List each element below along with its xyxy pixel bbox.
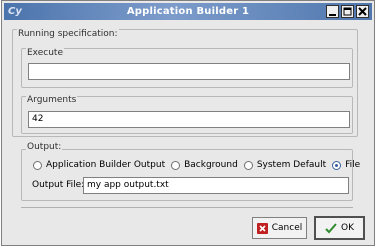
cancel-button[interactable]: Cancel: [252, 217, 307, 239]
checkmark-icon: [325, 222, 337, 233]
ok-button[interactable]: OK: [314, 216, 365, 240]
output-file-label: Output File:: [32, 180, 85, 190]
execute-label: Execute: [26, 48, 64, 58]
cancel-icon: [256, 222, 268, 234]
maximize-button[interactable]: [341, 5, 354, 18]
cancel-label: Cancel: [271, 223, 303, 233]
maximize-icon: [343, 7, 352, 16]
radio-label: Application Builder Output: [46, 160, 166, 170]
radio-background[interactable]: Background: [171, 160, 238, 170]
arguments-label: Arguments: [26, 95, 78, 105]
minimize-button[interactable]: [326, 5, 339, 18]
dialog-window: Cy Application Builder 1 Running specifi…: [1, 0, 375, 246]
output-radio-group: Application Builder Output Background Sy…: [33, 158, 366, 172]
radio-button[interactable]: [171, 160, 181, 170]
close-icon: [358, 7, 367, 16]
radio-label: Background: [184, 160, 238, 170]
radio-file[interactable]: File: [332, 160, 360, 170]
minimize-icon: [329, 14, 336, 16]
close-button[interactable]: [356, 5, 369, 18]
execute-input[interactable]: [28, 63, 350, 80]
title-bar[interactable]: Cy Application Builder 1: [4, 3, 372, 20]
radio-app-builder-output[interactable]: Application Builder Output: [33, 160, 165, 170]
radio-label: File: [345, 160, 361, 170]
output-label: Output:: [26, 142, 63, 152]
radio-label: System Default: [256, 160, 327, 170]
arguments-input[interactable]: 42: [28, 111, 350, 128]
divider: [21, 207, 353, 208]
ok-label: OK: [341, 223, 354, 233]
output-file-input[interactable]: my app output.txt: [83, 177, 349, 194]
running-spec-label: Running specification:: [17, 29, 119, 39]
radio-system-default[interactable]: System Default: [243, 160, 327, 170]
window-title: Application Builder 1: [126, 6, 250, 17]
radio-button[interactable]: [243, 160, 253, 170]
radio-button-selected[interactable]: [332, 160, 342, 170]
radio-button[interactable]: [33, 160, 42, 170]
